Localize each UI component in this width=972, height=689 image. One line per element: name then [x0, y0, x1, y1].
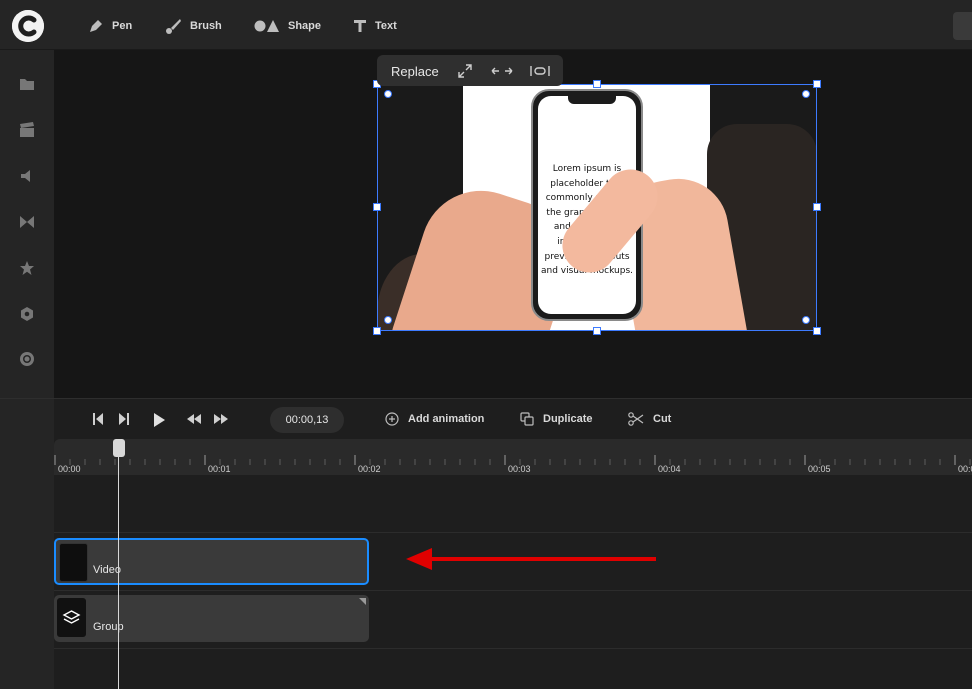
playhead-handle[interactable] — [113, 439, 125, 457]
clapperboard-icon[interactable] — [19, 122, 35, 138]
rotate-handle-top-right[interactable] — [802, 90, 810, 98]
pen-tool-button[interactable]: Pen — [88, 15, 132, 37]
ruler-label: 00:03 — [508, 464, 531, 474]
duplicate-button[interactable]: Duplicate — [520, 412, 593, 426]
shape-icon — [254, 20, 279, 32]
duplicate-icon — [520, 412, 534, 426]
expand-icon[interactable] — [457, 63, 473, 79]
shape-tool-button[interactable]: Shape — [254, 15, 321, 37]
play-icon[interactable] — [151, 411, 167, 429]
resize-handle-bottom-right[interactable] — [813, 327, 821, 335]
clip-corner-icon — [359, 598, 366, 605]
cut-button[interactable]: Cut — [628, 412, 671, 426]
selection-box[interactable] — [377, 84, 817, 331]
resize-handle-bottom-left[interactable] — [373, 327, 381, 335]
current-time-display[interactable]: 00:00,13 — [270, 407, 344, 433]
add-animation-label: Add animation — [408, 413, 485, 425]
resize-handle-right[interactable] — [813, 203, 821, 211]
left-sidebar — [0, 50, 54, 398]
rotate-handle-bottom-left[interactable] — [384, 316, 392, 324]
record-icon[interactable] — [19, 351, 35, 367]
timeline-panel: 00:00,13 Add animation Duplicate Cut 00:… — [0, 398, 972, 689]
skip-end-icon[interactable] — [118, 411, 130, 427]
logo-icon — [12, 10, 44, 42]
cut-label: Cut — [653, 413, 672, 425]
group-clip[interactable]: Group — [54, 595, 369, 642]
track-divider — [54, 532, 972, 533]
resize-handle-top-right[interactable] — [813, 80, 821, 88]
group-clip-thumbnail — [57, 598, 86, 637]
text-icon — [354, 20, 366, 32]
top-toolbar: Pen Brush Shape Text — [0, 0, 972, 50]
track-divider — [54, 590, 972, 591]
flip-horizontal-icon[interactable] — [490, 63, 514, 79]
annotation-arrow-icon — [406, 548, 656, 570]
brush-icon — [166, 19, 181, 34]
transition-icon[interactable] — [19, 214, 35, 230]
fast-forward-icon[interactable] — [213, 411, 229, 427]
track-divider — [54, 648, 972, 649]
video-clip-thumbnail — [59, 543, 88, 582]
replace-button[interactable]: Replace — [391, 64, 439, 79]
element-floating-toolbar: Replace — [377, 55, 563, 86]
folder-icon[interactable] — [19, 76, 35, 92]
ruler-label: 00:0 — [958, 464, 972, 474]
brush-tool-label: Brush — [190, 20, 222, 32]
hexagon-icon[interactable] — [19, 306, 35, 322]
speaker-icon[interactable] — [19, 168, 35, 184]
timeline-left-gutter — [0, 399, 54, 689]
ruler-label: 00:02 — [358, 464, 381, 474]
video-clip[interactable]: Video — [54, 538, 369, 585]
top-right-button[interactable] — [953, 12, 972, 40]
canvas-area: Lorem ipsum is placeholder text commonly… — [54, 50, 972, 398]
app-logo[interactable] — [12, 10, 44, 42]
ruler-label: 00:00 — [58, 464, 81, 474]
video-clip-label: Video — [93, 564, 121, 576]
layers-icon — [62, 610, 81, 624]
pen-icon — [90, 20, 102, 32]
rotate-handle-top-left[interactable] — [384, 90, 392, 98]
crop-fit-icon[interactable] — [530, 63, 550, 79]
text-tool-button[interactable]: Text — [353, 15, 397, 37]
editor-app: Pen Brush Shape Text Lorem ipsum is plac… — [0, 0, 972, 689]
resize-handle-top[interactable] — [593, 80, 601, 88]
shape-tool-label: Shape — [288, 20, 322, 32]
brush-tool-button[interactable]: Brush — [164, 15, 222, 37]
ruler-label: 00:05 — [808, 464, 831, 474]
pen-tool-label: Pen — [112, 20, 133, 32]
time-ruler[interactable]: 00:00 00:01 00:02 00:03 00:04 00:05 00:0 — [54, 439, 972, 475]
ruler-label: 00:01 — [208, 464, 231, 474]
star-icon[interactable] — [19, 260, 35, 276]
duplicate-label: Duplicate — [543, 413, 593, 425]
add-circle-icon — [385, 412, 399, 426]
scissors-icon — [628, 412, 644, 426]
skip-start-icon[interactable] — [92, 411, 104, 427]
rewind-icon[interactable] — [186, 411, 202, 427]
add-animation-button[interactable]: Add animation — [385, 412, 484, 426]
rotate-handle-bottom-right[interactable] — [802, 316, 810, 324]
text-tool-label: Text — [375, 20, 397, 32]
playhead-line — [118, 449, 119, 689]
resize-handle-bottom[interactable] — [593, 327, 601, 335]
resize-handle-left[interactable] — [373, 203, 381, 211]
ruler-label: 00:04 — [658, 464, 681, 474]
